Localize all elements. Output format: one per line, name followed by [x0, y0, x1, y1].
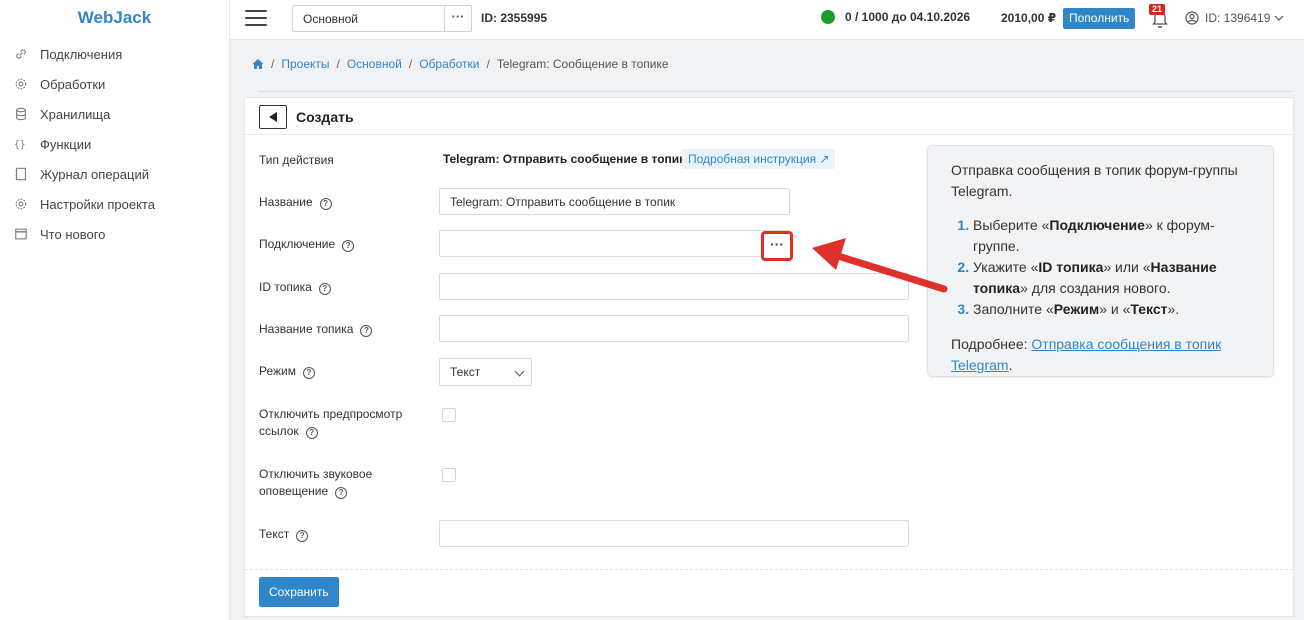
action-type-value: Telegram: Отправить сообщение в топик — [443, 152, 686, 166]
sidebar-item-functions[interactable]: {} Функции — [0, 129, 229, 159]
sidebar-item-settings[interactable]: Настройки проекта — [0, 189, 229, 219]
sidebar: WebJack Подключения Обработки Хранилища … — [0, 0, 230, 620]
sidebar-item-storage[interactable]: Хранилища — [0, 99, 229, 129]
gear-icon — [15, 78, 27, 90]
help-intro: Отправка сообщения в топик форум-группы … — [951, 162, 1238, 199]
sidebar-nav: Подключения Обработки Хранилища {} Функц… — [0, 39, 229, 249]
help-panel: Отправка сообщения в топик форум-группы … — [927, 145, 1274, 377]
help-icon[interactable]: ? — [360, 325, 373, 337]
database-icon — [16, 107, 26, 121]
project-select-value: Основной — [303, 12, 359, 26]
svg-text:{}: {} — [14, 140, 26, 151]
text-field[interactable] — [439, 520, 909, 547]
settings-icon — [15, 198, 27, 210]
breadcrumb-current: Telegram: Сообщение в топике — [496, 57, 669, 71]
instruction-link[interactable]: Подробная инструкция ↗ — [682, 149, 836, 169]
disable-preview-label: Отключить предпросмотр ссылок? — [259, 407, 403, 439]
project-more-button[interactable]: ··· — [444, 5, 472, 32]
sidebar-item-label: Журнал операций — [40, 166, 149, 182]
notifications-button[interactable]: 21 — [1149, 4, 1170, 29]
page-title: Создать — [296, 109, 354, 125]
text-label: Текст? — [259, 526, 309, 543]
connection-more-button[interactable]: ··· — [761, 231, 793, 261]
help-icon[interactable]: ? — [342, 240, 355, 252]
help-more: Подробнее: Отправка сообщения в топик Te… — [951, 336, 1222, 373]
brand-logo[interactable]: WebJack — [0, 0, 229, 36]
mode-select-value: Текст — [450, 365, 481, 379]
status-dot-icon — [821, 10, 835, 24]
connection-field[interactable] — [439, 230, 790, 257]
help-step: Заполните «Режим» и «Текст». — [973, 299, 1250, 320]
project-id: ID: 2355995 — [481, 11, 548, 25]
home-icon[interactable] — [252, 58, 264, 70]
divider — [245, 569, 1293, 570]
notification-badge: 21 — [1149, 4, 1166, 15]
back-button[interactable] — [259, 105, 287, 129]
braces-icon: {} — [14, 140, 26, 151]
sidebar-item-label: Подключения — [40, 46, 123, 62]
connection-label: Подключение? — [259, 236, 355, 253]
topic-id-field[interactable] — [439, 273, 909, 300]
help-step: Выберите «Подключение» к форум-группе. — [973, 215, 1250, 257]
user-icon — [1185, 11, 1199, 25]
chevron-down-icon — [514, 366, 525, 377]
breadcrumb-projects[interactable]: Проекты — [281, 57, 329, 71]
help-icon[interactable]: ? — [318, 283, 331, 295]
help-icon[interactable]: ? — [335, 487, 348, 499]
card-header: Создать — [245, 98, 1293, 135]
help-step: Укажите «ID топика» или «Название топика… — [973, 257, 1250, 299]
mode-select[interactable]: Текст — [439, 358, 532, 386]
disable-preview-checkbox[interactable] — [442, 408, 456, 422]
sidebar-item-label: Обработки — [40, 76, 106, 92]
link-icon — [16, 49, 26, 59]
topic-name-label: Название топика? — [259, 321, 373, 338]
name-field[interactable]: Telegram: Отправить сообщение в топик — [439, 188, 790, 215]
help-icon[interactable]: ? — [305, 427, 318, 439]
help-icon[interactable]: ? — [319, 198, 332, 210]
balance: 2010,00 ₽ — [1001, 11, 1057, 25]
chevron-down-icon — [1274, 15, 1284, 21]
quota-status: 0 / 1000 до 04.10.2026 — [821, 10, 970, 24]
user-id: ID: 1396419 — [1205, 11, 1271, 25]
save-button[interactable]: Сохранить — [259, 577, 339, 607]
quota-text: 0 / 1000 до 04.10.2026 — [845, 10, 971, 24]
name-label: Название? — [259, 194, 332, 211]
help-icon[interactable]: ? — [303, 367, 315, 379]
mode-label: Режим? — [259, 363, 315, 380]
help-icon[interactable]: ? — [296, 530, 309, 542]
sidebar-item-label: Функции — [40, 136, 92, 152]
sidebar-item-label: Хранилища — [40, 106, 111, 122]
user-menu[interactable]: ID: 1396419 — [1185, 11, 1290, 25]
breadcrumb-processing[interactable]: Обработки — [419, 57, 479, 71]
action-type-label: Тип действия — [259, 153, 334, 167]
sidebar-item-whats-new[interactable]: Что нового — [0, 219, 229, 249]
divider — [258, 91, 1292, 92]
topic-id-label: ID топика? — [259, 279, 331, 296]
log-icon — [15, 167, 26, 181]
help-steps: Выберите «Подключение» к форум-группе. У… — [951, 215, 1250, 320]
disable-sound-checkbox[interactable] — [442, 468, 456, 482]
calendar-icon — [15, 228, 27, 240]
sidebar-item-processing[interactable]: Обработки — [0, 69, 229, 99]
menu-toggle-icon[interactable] — [245, 10, 267, 28]
breadcrumb: / Проекты / Основной / Обработки / Teleg… — [252, 57, 669, 71]
sidebar-item-label: Настройки проекта — [40, 196, 155, 212]
disable-sound-label: Отключить звуковое оповещение? — [259, 467, 373, 499]
topic-name-field[interactable] — [439, 315, 909, 342]
sidebar-item-log[interactable]: Журнал операций — [0, 159, 229, 189]
topup-button[interactable]: Пополнить — [1063, 8, 1136, 29]
sidebar-item-connections[interactable]: Подключения — [0, 39, 229, 69]
breadcrumb-project[interactable]: Основной — [347, 57, 402, 71]
project-select[interactable]: Основной ··· — [292, 5, 472, 32]
sidebar-item-label: Что нового — [40, 226, 106, 242]
topbar: Основной ··· ID: 2355995 0 / 1000 до 04.… — [230, 0, 1304, 40]
